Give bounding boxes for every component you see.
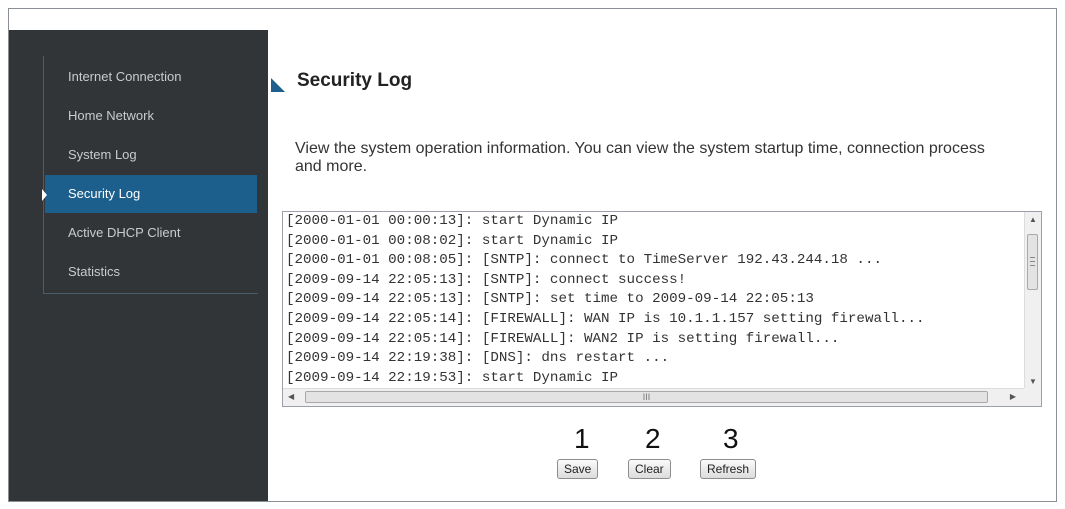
- sidebar-item-system-log[interactable]: System Log: [45, 136, 257, 174]
- scroll-down-icon[interactable]: ▼: [1029, 377, 1037, 386]
- horizontal-scrollbar[interactable]: ◀ III ▶: [283, 388, 1024, 406]
- callout-number-2: 2: [645, 423, 661, 454]
- sidebar-item-security-log[interactable]: Security Log: [45, 175, 257, 213]
- sidebar-item-home-network[interactable]: Home Network: [45, 97, 257, 135]
- sidebar-divider: [43, 56, 44, 294]
- log-line: [2009-09-14 22:19:53]: start Dynamic IP: [286, 369, 619, 386]
- triangle-marker-icon: [271, 78, 285, 92]
- page-description: View the system operation information. Y…: [295, 140, 985, 175]
- log-line: [2000-01-01 00:00:13]: start Dynamic IP: [286, 213, 619, 229]
- sidebar-item-statistics[interactable]: Statistics: [45, 253, 257, 291]
- sidebar: Internet Connection Home Network System …: [9, 30, 268, 501]
- log-line: [2009-09-14 22:05:13]: [SNTP]: connect s…: [286, 271, 687, 288]
- caret-right-icon: [42, 189, 47, 201]
- callout-number-3: 3: [723, 423, 739, 454]
- sidebar-item-active-dhcp-client[interactable]: Active DHCP Client: [45, 214, 257, 252]
- log-line: [2009-09-14 22:05:13]: [SNTP]: set time …: [286, 291, 814, 308]
- scroll-up-icon[interactable]: ▲: [1029, 215, 1037, 224]
- vertical-scroll-thumb[interactable]: [1027, 234, 1038, 290]
- refresh-button[interactable]: Refresh: [700, 459, 757, 479]
- log-line: [2009-09-14 22:05:14]: [FIREWALL]: WAN2 …: [286, 330, 840, 347]
- scroll-right-icon[interactable]: ▶: [1010, 392, 1016, 401]
- log-line: [2009-09-14 22:05:14]: [FIREWALL]: WAN I…: [286, 310, 925, 327]
- sidebar-divider: [43, 293, 258, 294]
- security-log-textarea[interactable]: [2000-01-01 00:00:13]: start Dynamic IP […: [282, 211, 1042, 407]
- log-line: [2000-01-01 00:08:05]: [SNTP]: connect t…: [286, 252, 882, 269]
- save-button[interactable]: Save: [557, 459, 599, 479]
- horizontal-scroll-thumb[interactable]: III: [305, 391, 988, 403]
- sidebar-item-internet-connection[interactable]: Internet Connection: [45, 58, 257, 96]
- page-title: Security Log: [297, 70, 413, 91]
- clear-button[interactable]: Clear: [628, 459, 671, 479]
- main-content: Security Log View the system operation i…: [268, 30, 1056, 501]
- log-content: [2000-01-01 00:00:13]: start Dynamic IP […: [286, 212, 1024, 386]
- log-line: [2000-01-01 00:08:02]: start Dynamic IP: [286, 232, 619, 249]
- scroll-corner: [1024, 388, 1041, 406]
- scroll-left-icon[interactable]: ◀: [288, 392, 294, 401]
- log-line: [2009-09-14 22:19:38]: [DNS]: dns restar…: [286, 350, 670, 367]
- callout-number-1: 1: [574, 423, 590, 454]
- vertical-scrollbar[interactable]: ▲ ▼: [1024, 212, 1041, 388]
